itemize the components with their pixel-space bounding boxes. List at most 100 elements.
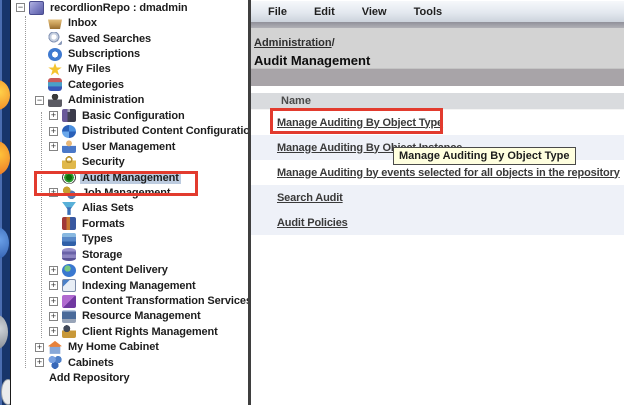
tree-item-saved-searches: Saved Searches [11,31,248,46]
rights-icon [62,325,76,338]
tree-label-inbox[interactable]: Inbox [66,17,99,29]
tree-item-formats: Formats [11,216,248,231]
tree-label-my-files[interactable]: My Files [66,63,113,75]
tree-label-basic-configuration[interactable]: Basic Configuration [80,110,187,122]
tree-label-indexing-management[interactable]: Indexing Management [80,280,198,292]
expand-icon[interactable]: + [49,127,58,136]
inbox-icon [48,17,62,30]
lock-icon [62,156,76,169]
monitor-icon [62,310,76,323]
breadcrumb: Administration/ Audit Management [251,28,624,68]
tree-label-client-rights-management[interactable]: Client Rights Management [80,326,220,338]
desktop-icon-fragment [0,227,9,259]
desktop-icon-fragment [0,80,10,110]
tree-label-formats[interactable]: Formats [80,218,127,230]
tree-item-storage: Storage [11,247,248,262]
menu-tools[interactable]: Tools [414,6,443,18]
tree-item-content-transformation-services: + Content Transformation Services [11,293,248,308]
formats-icon [62,217,76,230]
annotation-box-manage-auditing-by-object-type [270,108,443,134]
tree-item-distributed-content-configuration: + Distributed Content Configuration [11,124,248,139]
tree-item-basic-configuration: + Basic Configuration [11,108,248,123]
tree-label-alias-sets[interactable]: Alias Sets [80,202,136,214]
storage-icon [62,248,76,261]
repository-tree: − recordlionRepo : dmadmin Inbox Saved Sear… [11,0,248,405]
menu-edit[interactable]: Edit [314,6,335,18]
user-icon [62,140,76,153]
tree-item-my-home-cabinet: + My Home Cabinet [11,340,248,355]
tree-item-recordlionrepo-dmadmin: − recordlionRepo : dmadmin [11,0,248,15]
collapse-icon[interactable]: − [16,3,25,12]
tree-item-cabinets: + Cabinets [11,355,248,370]
admin-icon [48,94,62,107]
tree-item-client-rights-management: + Client Rights Management [11,324,248,339]
link-manage-auditing-by-events-selected-for-all-objects-in-the-repository[interactable]: Manage Auditing by events selected for a… [277,167,620,179]
app-window: − recordlionRepo : dmadmin Inbox Saved Sear… [0,0,624,405]
refresh-icon [48,48,62,61]
tree-item-types: Types [11,232,248,247]
collapse-icon[interactable]: − [35,96,44,105]
tree-label-categories[interactable]: Categories [66,79,126,91]
expand-icon[interactable]: + [49,281,58,290]
tree-item-user-management: + User Management [11,139,248,154]
expand-icon[interactable]: + [49,327,58,336]
tree-item-administration: − Administration [11,93,248,108]
tree-label-subscriptions[interactable]: Subscriptions [66,48,142,60]
content-panel: File Edit View Tools Administration/ Audit … [251,0,624,405]
distributed-icon [62,125,76,138]
tree-label-content-transformation-services[interactable]: Content Transformation Services [80,295,248,307]
annotation-box-audit-management [34,171,198,196]
tree-item-add-repository: Add Repository [11,371,248,386]
cabinets-icon [48,356,62,369]
tree-item-indexing-management: + Indexing Management [11,278,248,293]
menu-file[interactable]: File [268,6,287,18]
tools-icon [62,109,76,122]
expand-icon[interactable]: + [49,312,58,321]
expand-icon[interactable]: + [49,266,58,275]
tree-label-content-delivery[interactable]: Content Delivery [80,264,170,276]
tree-label-user-management[interactable]: User Management [80,141,177,153]
tree-item-subscriptions: Subscriptions [11,46,248,61]
desktop-icon-fragment [0,315,8,349]
spacer [251,86,624,93]
tree-label-my-home-cabinet[interactable]: My Home Cabinet [66,341,161,353]
indexing-icon [62,279,76,292]
desktop-edge-strip [0,0,11,405]
tree-label-types[interactable]: Types [80,233,114,245]
breadcrumb-separator: / [332,37,335,49]
star-icon [48,63,62,76]
expand-icon[interactable]: + [49,111,58,120]
expand-icon[interactable]: + [35,343,44,352]
home-icon [48,341,62,354]
list-row-audit-policies: Audit Policies [251,210,624,235]
expand-icon[interactable]: + [49,142,58,151]
tree-item-my-files: My Files [11,62,248,77]
tree-label-administration[interactable]: Administration [66,94,146,106]
tooltip: Manage Auditing By Object Type [393,147,576,165]
expand-icon[interactable]: + [49,297,58,306]
tree-item-content-delivery: + Content Delivery [11,262,248,277]
tree-label-add-repository[interactable]: Add Repository [48,372,132,384]
desktop-icon-fragment [0,141,10,175]
page-title: Audit Management [254,53,624,68]
categories-icon [48,78,62,91]
tree-item-inbox: Inbox [11,15,248,30]
tree-item-alias-sets: Alias Sets [11,201,248,216]
tree-label-storage[interactable]: Storage [80,249,124,261]
tree-label-recordlionrepo-dmadmin[interactable]: recordlionRepo : dmadmin [48,2,190,14]
link-search-audit[interactable]: Search Audit [277,192,343,204]
tree-label-cabinets[interactable]: Cabinets [66,357,116,369]
tree-item-security: Security [11,154,248,169]
tree-label-security[interactable]: Security [80,156,127,168]
tree-label-distributed-content-configuration[interactable]: Distributed Content Configuration [80,125,248,137]
list-row-search-audit: Search Audit [251,185,624,210]
link-audit-policies[interactable]: Audit Policies [277,217,348,229]
tree-label-resource-management[interactable]: Resource Management [80,310,203,322]
tree-label-saved-searches[interactable]: Saved Searches [66,33,153,45]
tree-item-resource-management: + Resource Management [11,309,248,324]
menu-view[interactable]: View [362,6,387,18]
expand-icon[interactable]: + [35,358,44,367]
toolbar-strip [251,68,624,86]
types-icon [62,233,76,246]
breadcrumb-link-administration[interactable]: Administration [254,37,332,49]
